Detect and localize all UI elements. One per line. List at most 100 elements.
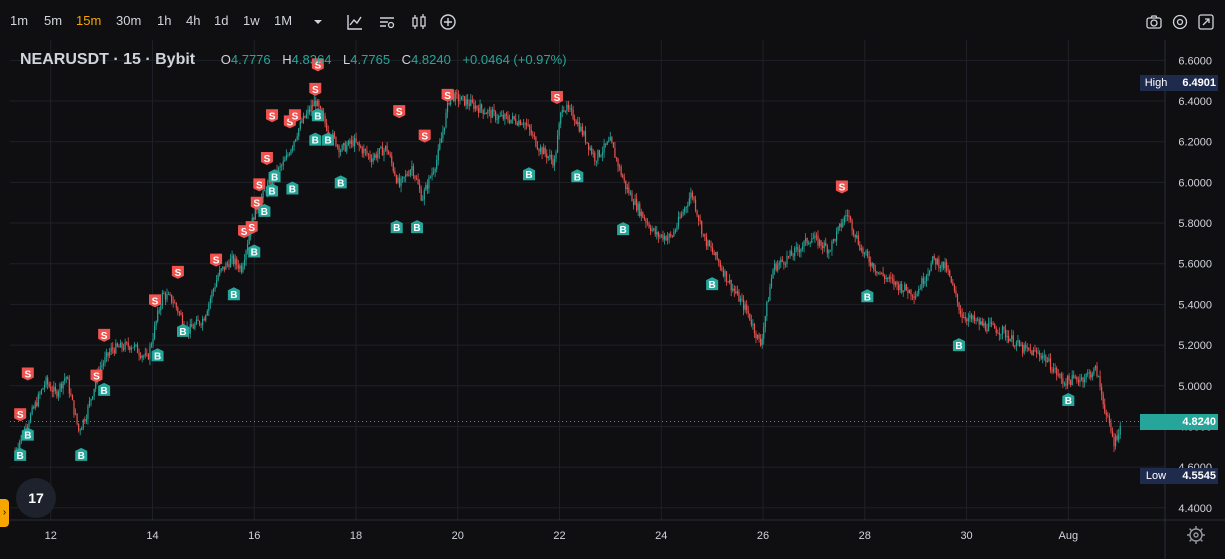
candle-body bbox=[116, 343, 118, 347]
candle-body bbox=[1015, 342, 1017, 347]
candle-body bbox=[205, 315, 207, 321]
candle-body bbox=[406, 174, 408, 176]
candle-body bbox=[1021, 344, 1024, 353]
candle-body bbox=[54, 386, 56, 391]
candle-body bbox=[995, 328, 997, 333]
candle-body bbox=[846, 215, 849, 216]
candle-body bbox=[374, 154, 376, 158]
candle-body bbox=[73, 400, 75, 415]
candle-body bbox=[612, 142, 614, 148]
candle-body bbox=[577, 122, 579, 125]
marker-label: B bbox=[709, 280, 716, 291]
candle-body bbox=[299, 121, 301, 129]
candle-body bbox=[725, 271, 728, 282]
candle-body bbox=[437, 149, 439, 161]
candle-body bbox=[978, 319, 980, 325]
candle-body bbox=[378, 148, 380, 154]
candle-body bbox=[1096, 365, 1098, 377]
open-label: O bbox=[220, 52, 231, 67]
candle-body bbox=[715, 252, 717, 256]
candle-body bbox=[1088, 372, 1090, 374]
candle-body bbox=[305, 113, 308, 118]
candle-body bbox=[1105, 412, 1107, 416]
candle-body bbox=[857, 235, 859, 245]
symbol-title[interactable]: NEARUSDT · 15 · Bybit bbox=[20, 51, 195, 68]
candle-body bbox=[481, 104, 483, 110]
candle-body bbox=[217, 275, 219, 281]
candle-body bbox=[673, 231, 675, 237]
candle-body bbox=[229, 258, 232, 268]
tradingview-logo[interactable]: 17 bbox=[16, 478, 56, 518]
candle-body bbox=[524, 123, 526, 125]
candle-body bbox=[983, 322, 985, 326]
price-chart[interactable]: SBSBBSBSSBSBSBS SBSSBSBSBSSBSBBSBBBSBSSBS… bbox=[0, 0, 1225, 559]
candle-body bbox=[640, 211, 642, 216]
candle-body bbox=[215, 280, 218, 287]
candle-body bbox=[519, 120, 521, 125]
candle-body bbox=[781, 259, 783, 262]
candle-body bbox=[1009, 339, 1011, 342]
marker-label: S bbox=[269, 111, 276, 122]
candle-body bbox=[936, 259, 938, 265]
marker-label: S bbox=[396, 107, 403, 118]
candle-body bbox=[392, 163, 394, 172]
sell-marker: S bbox=[171, 265, 184, 279]
candle-body bbox=[479, 104, 481, 113]
candle-body bbox=[518, 120, 520, 126]
candle-body bbox=[608, 140, 610, 142]
candle-body bbox=[133, 344, 136, 348]
candle-body bbox=[1034, 349, 1036, 351]
candle-body bbox=[426, 184, 428, 189]
marker-label: B bbox=[154, 351, 161, 362]
candle-body bbox=[998, 332, 1000, 335]
candle-body bbox=[1082, 377, 1084, 383]
candle-body bbox=[597, 150, 599, 161]
candle-body bbox=[219, 269, 221, 276]
candle-body bbox=[901, 284, 903, 293]
candle-body bbox=[828, 250, 830, 254]
ohlc-legend: NEARUSDT · 15 · Bybit O4.7776 H4.8364 L4… bbox=[20, 51, 567, 69]
candle-body bbox=[107, 352, 109, 356]
sell-marker: S bbox=[393, 105, 406, 119]
marker-label: B bbox=[261, 207, 268, 218]
candle-body bbox=[245, 250, 247, 260]
candle-body bbox=[522, 124, 525, 125]
candle-body bbox=[101, 365, 103, 368]
y-tick-label: 6.2000 bbox=[1178, 137, 1212, 149]
candle-body bbox=[770, 278, 773, 288]
candle-body bbox=[984, 322, 986, 330]
candle-body bbox=[78, 423, 80, 431]
candle-body bbox=[598, 150, 601, 157]
candle-body bbox=[594, 152, 596, 162]
candle-body bbox=[567, 104, 570, 109]
candle-body bbox=[171, 294, 173, 303]
candle-body bbox=[1026, 347, 1028, 349]
candle-body bbox=[803, 241, 805, 247]
scale-settings-icon[interactable] bbox=[1186, 525, 1206, 545]
candle-body bbox=[637, 203, 639, 211]
candle-body bbox=[422, 199, 424, 201]
candle-body bbox=[899, 284, 901, 291]
candle-body bbox=[792, 255, 794, 257]
candle-body bbox=[911, 295, 914, 297]
candle-body bbox=[665, 236, 667, 241]
candle-body bbox=[1014, 345, 1016, 347]
candle-body bbox=[856, 235, 858, 238]
sell-marker: S bbox=[309, 82, 322, 96]
candle-body bbox=[1037, 352, 1039, 354]
candle-body bbox=[975, 320, 977, 321]
candle-body bbox=[953, 285, 955, 291]
sell-marker: S bbox=[98, 328, 111, 342]
candle-body bbox=[226, 263, 229, 265]
candle-body bbox=[727, 281, 729, 283]
candle-body bbox=[312, 105, 314, 107]
side-panel-handle[interactable]: › bbox=[0, 499, 9, 527]
candle-body bbox=[575, 121, 577, 125]
candle-body bbox=[747, 310, 749, 314]
candle-body bbox=[1008, 335, 1010, 342]
candle-body bbox=[718, 259, 720, 263]
candle-body bbox=[31, 407, 33, 414]
marker-label: B bbox=[17, 451, 24, 462]
candle-body bbox=[618, 166, 621, 168]
candle-body bbox=[37, 394, 39, 406]
